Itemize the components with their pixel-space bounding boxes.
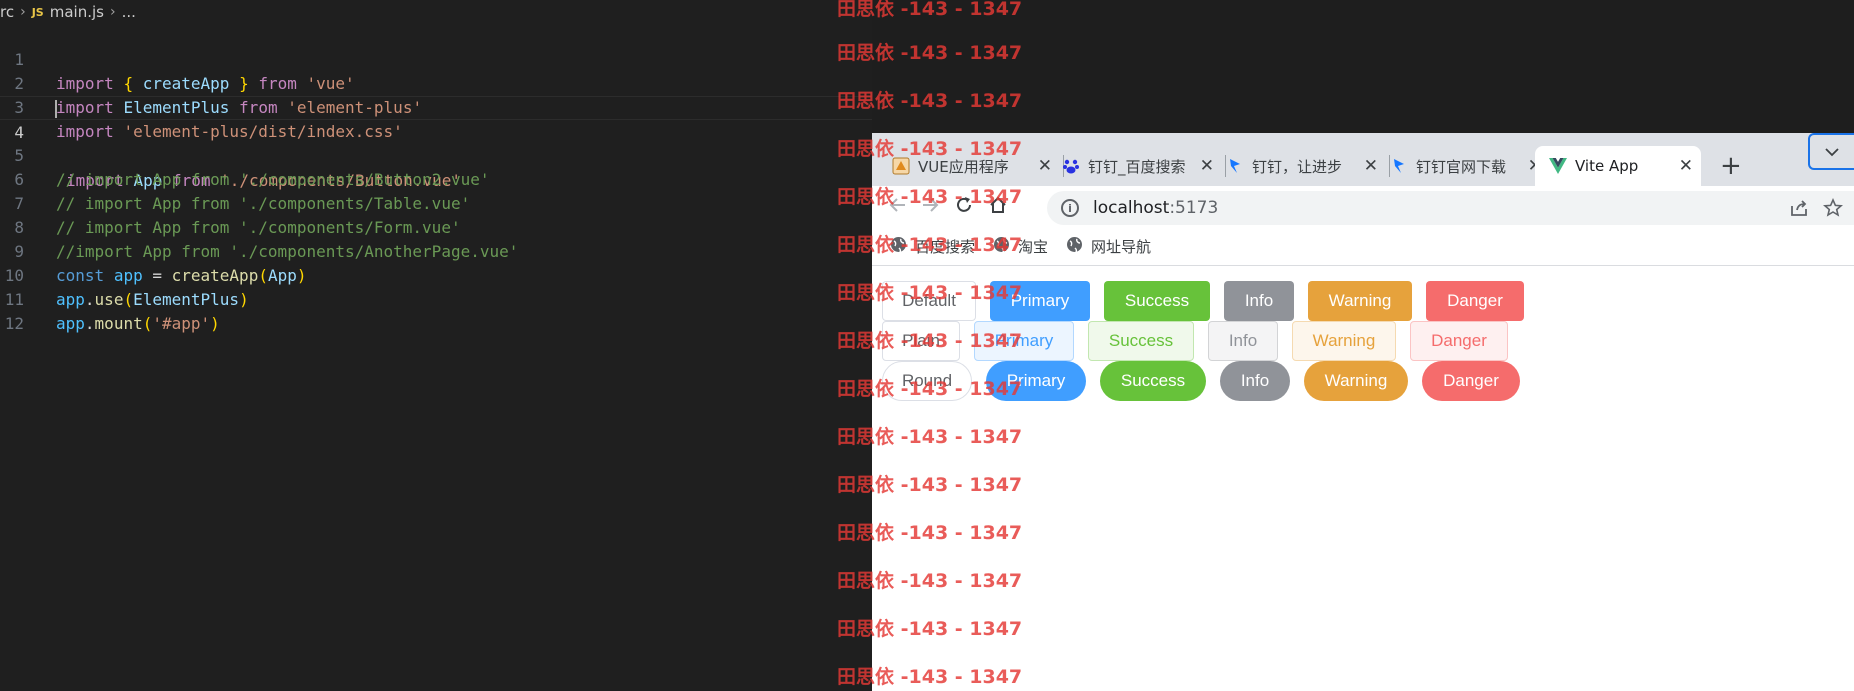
code-line[interactable]: 9 const app = createApp(App) [0,216,872,285]
reload-icon[interactable] [954,195,974,220]
button-row-plain: Plain Primary Success Info Warning Dange… [882,321,1522,361]
back-icon[interactable] [888,195,908,220]
browser-toolbar: i localhost:5173 [872,186,1854,228]
code-line[interactable]: 1 import { createApp } from 'vue' [0,24,872,93]
code-line[interactable]: 12 [0,288,872,333]
code-token: . [84,314,95,333]
bookmark-label: 网址导航 [1091,238,1152,256]
code-line[interactable]: 8 //import App from './components/Anothe… [0,192,872,261]
round-warning-button[interactable]: Warning [1304,361,1408,401]
chevron-right-icon: › [20,4,26,20]
code-token: app [56,314,85,333]
round-success-button[interactable]: Success [1100,361,1206,401]
breadcrumb: rc › JS main.js › ... [0,0,136,24]
close-tab-icon[interactable]: ✕ [1679,156,1693,176]
line-number: 12 [4,314,24,333]
globe-icon [890,236,907,257]
round-danger-button[interactable]: Danger [1422,361,1520,401]
vue-app-favicon [892,157,910,175]
bookmark-item[interactable]: 网址导航 [1066,236,1151,257]
browser-tab-active[interactable]: Vite App ✕ [1535,146,1701,186]
close-tab-icon[interactable]: ✕ [1038,156,1052,176]
tab-title: Vite App [1575,157,1639,175]
globe-icon [993,236,1010,257]
button-row-round: Round Primary Success Info Warning Dange… [882,361,1534,401]
breadcrumb-file[interactable]: main.js [50,3,104,21]
code-line-active[interactable]: 4 import App from './components/Button.v… [0,96,872,190]
danger-button[interactable]: Danger [1426,281,1524,321]
code-editor[interactable]: rc › JS main.js › ... 1 import { createA… [0,0,872,691]
bookmark-item[interactable]: 百度搜索 [890,236,975,257]
bookmark-item[interactable]: 淘宝 [993,236,1048,257]
bookmark-star-icon[interactable] [1823,198,1843,223]
code-token: ) [210,314,220,333]
plain-primary-button[interactable]: Primary [974,321,1074,361]
tab-title: VUE应用程序 [918,157,1009,176]
browser-tab[interactable]: VUE应用程序 ✕ [892,146,1060,186]
breadcrumb-more[interactable]: ... [122,3,136,21]
new-tab-button[interactable]: + [1720,151,1742,181]
breadcrumb-folder[interactable]: rc [0,3,14,21]
javascript-file-icon: JS [31,5,44,19]
browser-tab[interactable]: 钉钉_百度搜索 ✕ [1062,146,1222,186]
code-line[interactable]: 10 app.use(ElementPlus) [0,240,872,309]
code-token: mount [94,314,143,333]
chevron-down-icon [1825,142,1839,161]
tab-search-button[interactable] [1808,133,1854,170]
share-icon[interactable] [1789,198,1809,223]
plain-success-button[interactable]: Success [1088,321,1194,361]
plain-danger-button[interactable]: Danger [1410,321,1508,361]
bookmarks-bar: 百度搜索 淘宝 网址导航 [872,228,1854,266]
site-info-icon[interactable]: i [1061,199,1079,217]
round-info-button[interactable]: Info [1220,361,1290,401]
address-bar[interactable]: i localhost:5173 [1047,191,1854,225]
close-tab-icon[interactable]: ✕ [1364,156,1378,176]
code-line[interactable]: 3 import 'element-plus/dist/index.css' [0,72,872,141]
dingtalk-favicon [1226,157,1244,175]
success-button[interactable]: Success [1104,281,1210,321]
url-text[interactable]: localhost:5173 [1093,198,1218,218]
browser-window: VUE应用程序 ✕ 钉钉_百度搜索 ✕ 钉钉，让进步 ✕ 钉钉官网下载 Vite… [872,133,1854,691]
code-line[interactable]: 6 // import App from './components/Table… [0,144,872,213]
baidu-favicon [1062,157,1080,175]
round-primary-button[interactable]: Primary [986,361,1086,401]
code-line[interactable]: 7 // import App from './components/Form.… [0,168,872,237]
code-area[interactable]: 1 import { createApp } from 'vue' 2 impo… [0,24,872,333]
dingtalk-favicon [1390,157,1408,175]
plain-info-button[interactable]: Info [1208,321,1278,361]
plain-warning-button[interactable]: Warning [1292,321,1396,361]
forward-icon[interactable] [920,195,940,220]
text-cursor [55,100,57,118]
browser-tab[interactable]: 钉钉，让进步 ✕ [1226,146,1386,186]
code-line[interactable]: 11 app.mount('#app') [0,264,872,333]
plain-default-button[interactable]: Plain [882,321,960,361]
tab-title: 钉钉官网下载 [1416,157,1507,176]
info-button[interactable]: Info [1224,281,1294,321]
tab-title: 钉钉_百度搜索 [1088,157,1186,176]
chevron-right-icon: › [109,4,116,20]
default-button[interactable]: Default [882,281,976,321]
tab-strip: VUE应用程序 ✕ 钉钉_百度搜索 ✕ 钉钉，让进步 ✕ 钉钉官网下载 Vite… [872,133,1854,186]
code-token: ( [142,314,153,333]
tab-title: 钉钉，让进步 [1252,157,1343,176]
button-row-normal: Default Primary Success Info Warning Dan… [882,281,1538,321]
primary-button[interactable]: Primary [990,281,1090,321]
round-default-button[interactable]: Round [882,361,972,401]
code-line[interactable]: 2 import ElementPlus from 'element-plus' [0,48,872,117]
bookmark-label: 淘宝 [1018,238,1049,256]
vue-logo-favicon [1549,157,1567,175]
close-tab-icon[interactable]: ✕ [1200,156,1214,176]
home-icon[interactable] [988,195,1008,220]
browser-tab[interactable]: 钉钉官网下载 ✕ [1390,146,1550,186]
code-line[interactable]: 5 // import App from './components/Butto… [0,120,872,189]
code-token: '#app' [152,314,211,333]
bookmark-label: 百度搜索 [915,238,976,256]
warning-button[interactable]: Warning [1308,281,1412,321]
globe-icon [1066,236,1083,257]
